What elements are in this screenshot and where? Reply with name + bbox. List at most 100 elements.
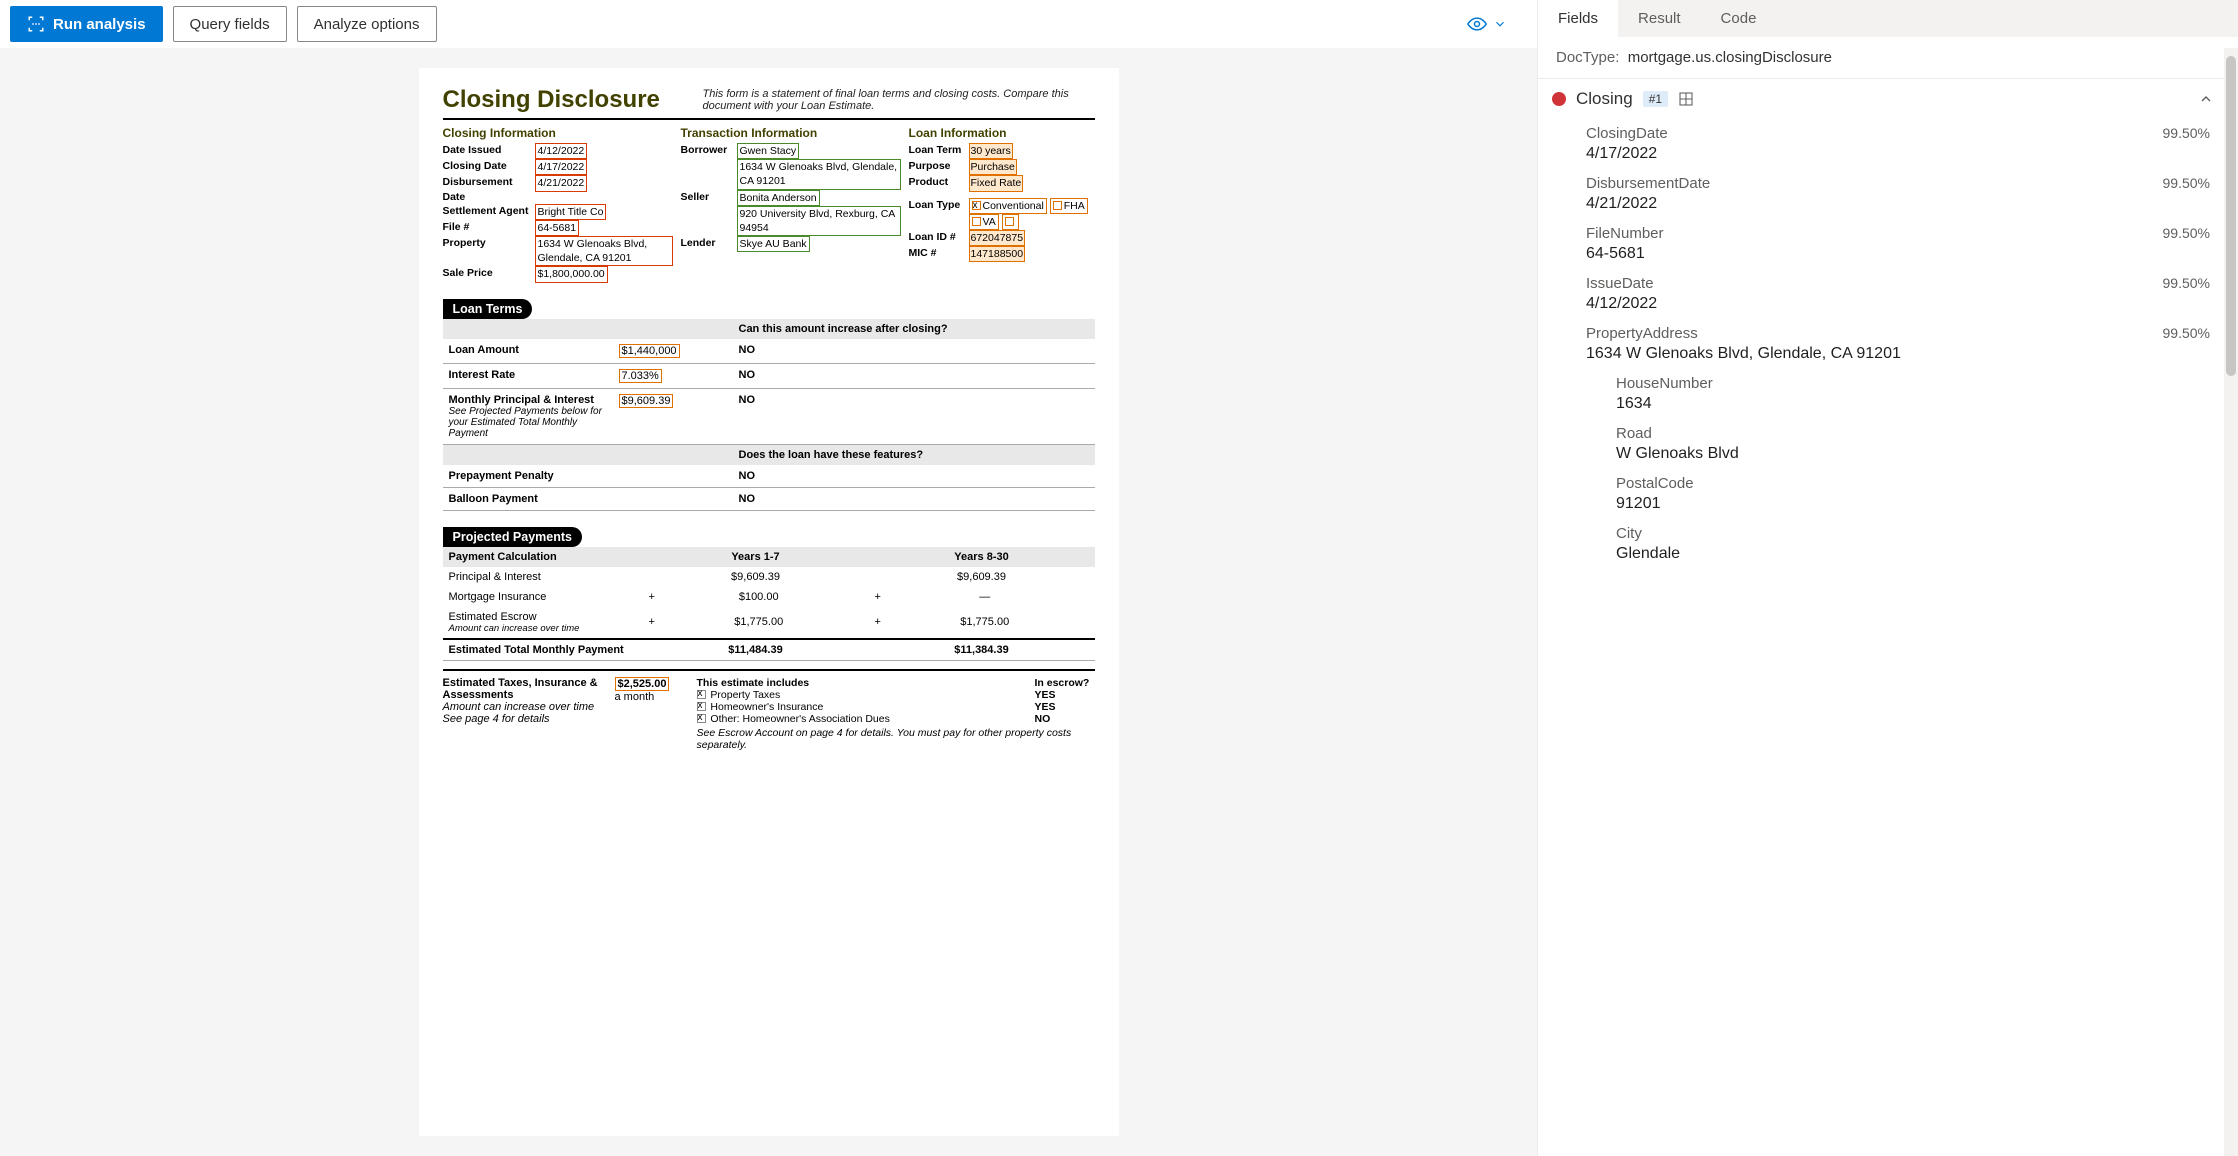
fields-scroll[interactable]: Closing #1 ClosingDate4/17/202299.50%Dis…	[1538, 79, 2238, 1156]
property-value: 1634 W Glenoaks Blvd, Glendale, CA 91201	[535, 236, 673, 266]
product-label: Product	[909, 175, 969, 189]
subfield-row[interactable]: CityGlendale	[1538, 519, 2238, 569]
subfield-row[interactable]: PostalCode91201	[1538, 469, 2238, 519]
loan-term-value: 30 years	[969, 143, 1013, 159]
tab-result[interactable]: Result	[1618, 0, 1701, 37]
est-per: a month	[615, 691, 655, 703]
borrower-label: Borrower	[681, 143, 737, 157]
seller-label: Seller	[681, 190, 737, 204]
file-value: 64-5681	[535, 220, 580, 236]
run-analysis-button[interactable]: Run analysis	[10, 6, 163, 42]
query-fields-button[interactable]: Query fields	[173, 6, 287, 42]
tab-fields[interactable]: Fields	[1538, 0, 1618, 37]
est-left-sub1: Amount can increase over time	[443, 701, 603, 713]
toolbar: Run analysis Query fields Analyze option…	[0, 0, 1537, 48]
pp-total-label: Estimated Total Monthly Payment	[449, 644, 624, 656]
loan-term-row: Balloon PaymentNO	[443, 487, 1095, 510]
doctype-value: mortgage.us.closingDisclosure	[1628, 49, 1832, 66]
est-includes-head: This estimate includes	[697, 677, 1035, 689]
est-row: Other: Homeowner's Association DuesNO	[697, 713, 1095, 725]
run-analysis-label: Run analysis	[53, 16, 146, 33]
analyze-options-label: Analyze options	[314, 16, 420, 33]
scan-icon	[27, 15, 45, 33]
group-badge: #1	[1643, 91, 1668, 107]
loan-type-fha: FHA	[1064, 200, 1085, 212]
projected-payments-table: Payment Calculation Years 1-7 Years 8-30…	[443, 547, 1095, 661]
scrollbar-thumb[interactable]	[2226, 56, 2236, 376]
loan-type-conventional: Conventional	[983, 200, 1044, 212]
mic-value: 147188500	[969, 246, 1026, 262]
borrower-addr: 1634 W Glenoaks Blvd, Glendale, CA 91201	[737, 159, 901, 189]
tab-code[interactable]: Code	[1701, 0, 1777, 37]
pp-row: Mortgage Insurance+$100.00+—	[443, 587, 1095, 607]
pp-row: Estimated EscrowAmount can increase over…	[443, 607, 1095, 639]
view-toggle[interactable]	[1467, 14, 1527, 34]
field-row[interactable]: FileNumber64-568199.50%	[1538, 219, 2238, 269]
est-foot: See Escrow Account on page 4 for details…	[697, 727, 1095, 751]
field-row[interactable]: IssueDate4/12/202299.50%	[1538, 269, 2238, 319]
disb-date-value: 4/21/2022	[535, 175, 588, 191]
field-row[interactable]: ClosingDate4/17/202299.50%	[1538, 119, 2238, 169]
scrollbar[interactable]	[2224, 48, 2238, 1156]
file-label: File #	[443, 220, 535, 234]
loan-terms-bar: Loan Terms	[443, 299, 533, 319]
estimated-taxes-block: Estimated Taxes, Insurance & Assessments…	[443, 669, 1095, 751]
pp-head-1: Years 1-7	[643, 547, 869, 567]
settle-value: Bright Title Co	[535, 204, 607, 220]
table-icon	[1678, 91, 1694, 107]
est-left-title: Estimated Taxes, Insurance & Assessments	[443, 677, 603, 701]
tabs: Fields Result Code	[1538, 0, 2238, 37]
checkbox-icon	[972, 201, 981, 210]
loan-terms-table: Can this amount increase after closing? …	[443, 319, 1095, 511]
analyze-options-button[interactable]: Analyze options	[297, 6, 437, 42]
pp-head-2: Years 8-30	[869, 547, 1095, 567]
document-viewport[interactable]: Closing Disclosure This form is a statem…	[0, 48, 1537, 1156]
field-row[interactable]: DisbursementDate4/21/202299.50%	[1538, 169, 2238, 219]
loan-term-label: Loan Term	[909, 143, 969, 157]
loan-term-row: Loan Amount$1,440,000NO	[443, 339, 1095, 364]
checkbox-icon	[1005, 217, 1014, 226]
eye-icon	[1467, 14, 1487, 34]
est-row: Homeowner's InsuranceYES	[697, 701, 1095, 713]
lender-value: Skye AU Bank	[737, 236, 810, 252]
pp-total-a: $11,484.39	[728, 644, 782, 656]
loan-type-va: VA	[983, 216, 996, 228]
chevron-up-icon[interactable]	[2198, 91, 2214, 107]
query-fields-label: Query fields	[190, 16, 270, 33]
closing-info-head: Closing Information	[443, 126, 673, 140]
pp-head-0: Payment Calculation	[443, 547, 643, 567]
pp-row: Principal & Interest$9,609.39$9,609.39	[443, 567, 1095, 587]
subfield-row[interactable]: HouseNumber1634	[1538, 369, 2238, 419]
group-name: Closing	[1576, 89, 1633, 109]
borrower-name: Gwen Stacy	[737, 143, 800, 159]
doctype-row: DocType: mortgage.us.closingDisclosure	[1538, 37, 2238, 79]
loan-type-label: Loan Type	[909, 198, 969, 212]
disb-date-label: Disbursement Date	[443, 175, 535, 203]
purpose-label: Purpose	[909, 159, 969, 173]
loan-term-row: Interest Rate7.033%NO	[443, 363, 1095, 388]
group-header[interactable]: Closing #1	[1538, 79, 2238, 119]
document-page: Closing Disclosure This form is a statem…	[419, 68, 1119, 1136]
field-row[interactable]: PropertyAddress1634 W Glenoaks Blvd, Gle…	[1538, 319, 2238, 369]
pp-total-b: $11,384.39	[954, 644, 1008, 656]
est-left-sub2: See page 4 for details	[443, 713, 603, 725]
settle-label: Settlement Agent	[443, 204, 535, 218]
projected-payments-bar: Projected Payments	[443, 527, 583, 547]
seller-name: Bonita Anderson	[737, 190, 820, 206]
est-amount: $2,525.00	[615, 677, 670, 691]
loan-id-label: Loan ID #	[909, 230, 969, 244]
lt-q1: Can this amount increase after closing?	[733, 319, 1095, 339]
product-value: Fixed Rate	[969, 175, 1024, 191]
sale-label: Sale Price	[443, 266, 535, 280]
seller-addr: 920 University Blvd, Rexburg, CA 94954	[737, 206, 901, 236]
checkbox-icon	[972, 217, 981, 226]
closing-date-label: Closing Date	[443, 159, 535, 173]
date-issued-label: Date Issued	[443, 143, 535, 157]
loan-id-value: 672047875	[969, 230, 1026, 246]
chevron-down-icon	[1493, 17, 1507, 31]
property-label: Property	[443, 236, 535, 250]
loan-term-row: Monthly Principal & InterestSee Projecte…	[443, 388, 1095, 444]
purpose-value: Purchase	[969, 159, 1017, 175]
subfield-row[interactable]: RoadW Glenoaks Blvd	[1538, 419, 2238, 469]
lender-label: Lender	[681, 236, 737, 250]
